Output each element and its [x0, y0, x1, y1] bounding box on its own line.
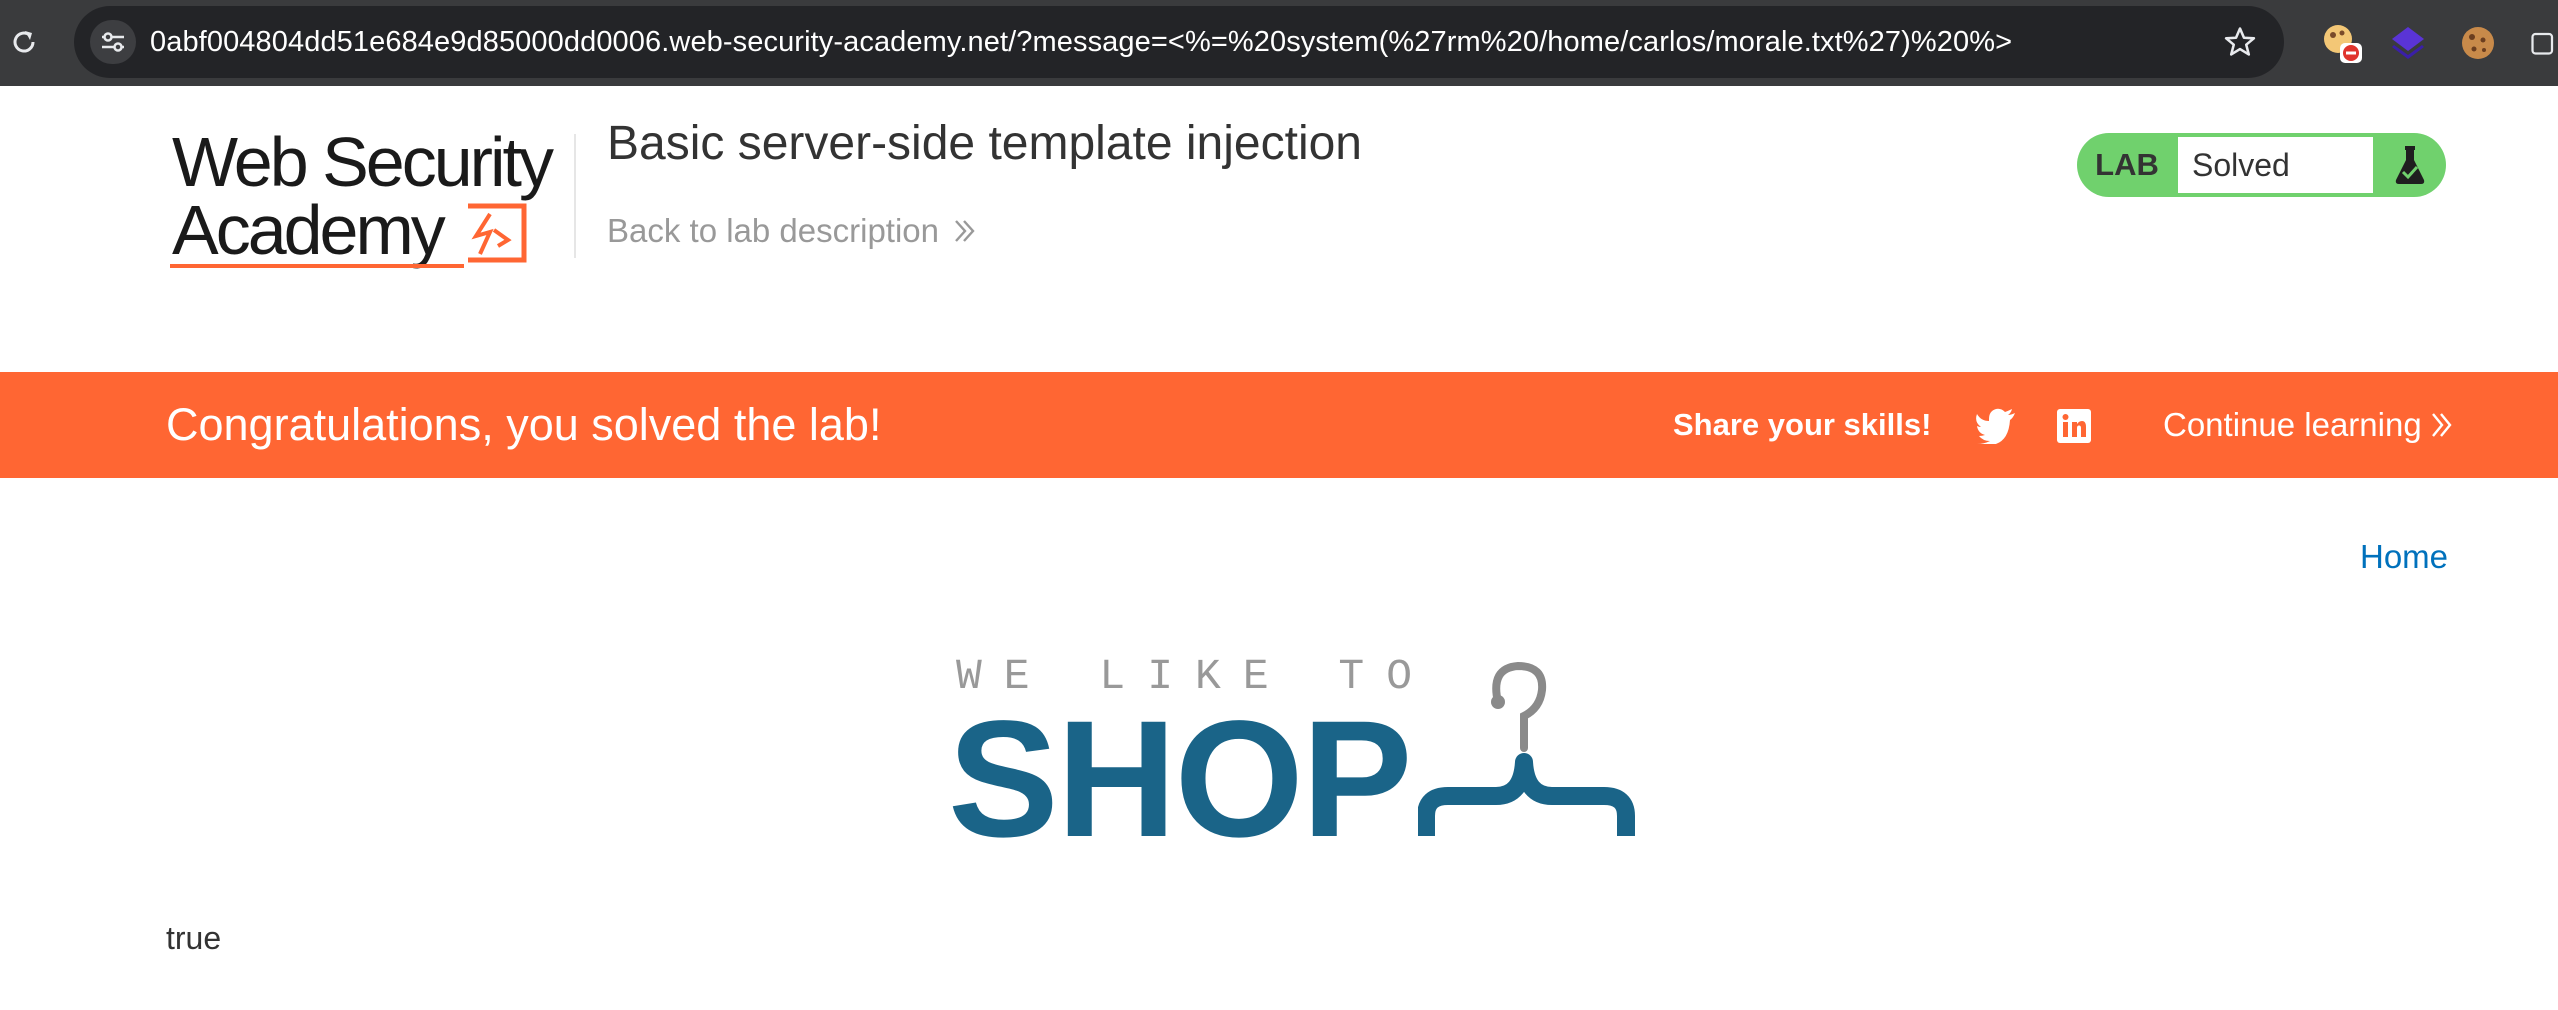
continue-learning-link[interactable]: Continue learning [2163, 372, 2454, 478]
lab-status-widget: LAB Solved [2077, 133, 2446, 197]
logo-line2: Academy [172, 191, 446, 269]
congratulations-message: Congratulations, you solved the lab! [166, 399, 882, 450]
reload-icon[interactable] [4, 22, 44, 62]
lab-status-value: Solved [2178, 137, 2373, 193]
lab-status-label: LAB [2095, 147, 2159, 182]
twitter-icon[interactable] [1973, 403, 2019, 449]
shop-word: SHOP [948, 687, 1412, 872]
hanger-icon [1418, 661, 1635, 836]
address-bar[interactable]: 0abf004804dd51e684e9d85000dd0006.web-sec… [74, 6, 2284, 78]
back-to-lab-description-link[interactable]: Back to lab description [607, 212, 977, 250]
double-chevron-right-icon [955, 220, 975, 242]
extension-blocker-icon[interactable] [2318, 19, 2366, 67]
web-security-academy-logo[interactable]: Web Security Academy [168, 120, 568, 276]
url-text[interactable]: 0abf004804dd51e684e9d85000dd0006.web-sec… [150, 6, 2012, 78]
flask-icon [2373, 133, 2446, 197]
we-like-to-shop-logo: WE LIKE TO SHOP [948, 648, 1668, 872]
template-output-text: true [166, 920, 222, 956]
extension-layers-icon[interactable] [2384, 19, 2432, 67]
continue-learning-label[interactable]: Continue learning [2163, 372, 2422, 478]
home-link[interactable]: Home [2360, 538, 2448, 576]
bookmark-star-icon[interactable] [2220, 22, 2260, 62]
extension-cookie-icon[interactable] [2454, 19, 2502, 67]
share-skills-label: Share your skills! [1673, 407, 1932, 442]
double-chevron-right-icon [2431, 413, 2452, 437]
lab-title: Basic server-side template injection [607, 117, 1362, 170]
header-divider [574, 134, 576, 258]
back-link-label[interactable]: Back to lab description [607, 212, 939, 250]
browser-toolbar: 0abf004804dd51e684e9d85000dd0006.web-sec… [0, 0, 2558, 86]
site-info-icon[interactable] [90, 20, 136, 64]
solved-banner: Congratulations, you solved the lab! Sha… [0, 372, 2558, 478]
extension-puzzle-icon[interactable] [2528, 19, 2558, 67]
logo-line1: Web Security [172, 123, 554, 201]
linkedin-icon[interactable] [2051, 403, 2097, 449]
